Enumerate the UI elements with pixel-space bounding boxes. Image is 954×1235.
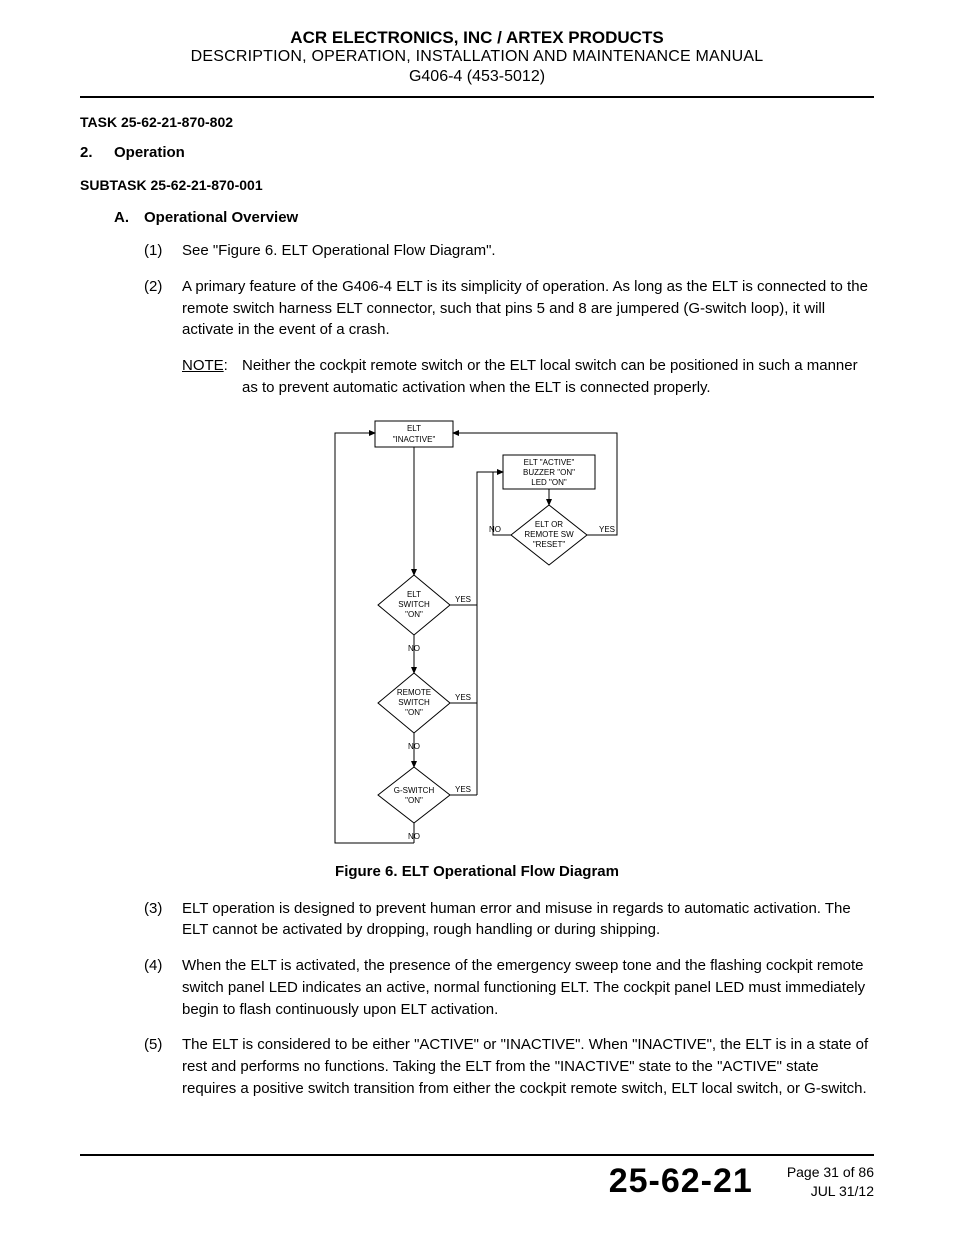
svg-text:SWITCH: SWITCH	[398, 600, 430, 609]
section-title: Operation	[114, 144, 185, 161]
list-item: (5) The ELT is considered to be either "…	[144, 1034, 874, 1099]
svg-text:"ON": "ON"	[405, 610, 423, 619]
note-block: NOTE: Neither the cockpit remote switch …	[182, 355, 874, 399]
item-text: See "Figure 6. ELT Operational Flow Diag…	[182, 240, 874, 262]
svg-text:G-SWITCH: G-SWITCH	[394, 786, 435, 795]
item-number: (5)	[144, 1034, 182, 1099]
revision-date: JUL 31/12	[787, 1182, 874, 1201]
page: ACR ELECTRONICS, INC / ARTEX PRODUCTS DE…	[0, 0, 954, 1235]
svg-text:SWITCH: SWITCH	[398, 698, 430, 707]
subsection-heading: A. Operational Overview	[114, 209, 874, 226]
item-text: When the ELT is activated, the presence …	[182, 955, 874, 1020]
svg-text:REMOTE SW: REMOTE SW	[524, 530, 574, 539]
svg-text:ELT: ELT	[407, 424, 421, 433]
list-item: (2) A primary feature of the G406-4 ELT …	[144, 276, 874, 341]
header-model: G406-4 (453-5012)	[80, 68, 874, 86]
svg-text:"ON": "ON"	[405, 708, 423, 717]
figure-6: ELT "INACTIVE" ELT "ACTIVE" BUZZER "ON" …	[80, 415, 874, 855]
chapter-number: 25-62-21	[609, 1162, 753, 1201]
task-id: TASK 25-62-21-870-802	[80, 114, 874, 130]
svg-text:"RESET": "RESET"	[533, 540, 566, 549]
svg-text:NO: NO	[408, 832, 420, 841]
figure-caption: Figure 6. ELT Operational Flow Diagram	[80, 863, 874, 880]
item-number: (2)	[144, 276, 182, 341]
svg-text:YES: YES	[599, 525, 615, 534]
svg-text:ELT: ELT	[407, 590, 421, 599]
subsection-title: Operational Overview	[144, 209, 298, 226]
subsection-letter: A.	[114, 209, 144, 226]
note-label: NOTE:	[182, 355, 242, 399]
item-number: (1)	[144, 240, 182, 262]
section-number: 2.	[80, 144, 114, 161]
svg-text:ELT "ACTIVE": ELT "ACTIVE"	[524, 458, 575, 467]
page-footer: 25-62-21 Page 31 of 86 JUL 31/12	[80, 1140, 874, 1201]
svg-text:LED "ON": LED "ON"	[531, 478, 567, 487]
svg-text:YES: YES	[455, 785, 471, 794]
list-item: (3) ELT operation is designed to prevent…	[144, 898, 874, 942]
item-text: A primary feature of the G406-4 ELT is i…	[182, 276, 874, 341]
svg-text:"ON": "ON"	[405, 796, 423, 805]
svg-text:NO: NO	[489, 525, 501, 534]
item-text: The ELT is considered to be either "ACTI…	[182, 1034, 874, 1099]
svg-text:NO: NO	[408, 742, 420, 751]
list-item: (1) See "Figure 6. ELT Operational Flow …	[144, 240, 874, 262]
svg-text:ELT OR: ELT OR	[535, 520, 563, 529]
header-rule	[80, 96, 874, 98]
note-text: Neither the cockpit remote switch or the…	[242, 355, 874, 399]
svg-text:"INACTIVE": "INACTIVE"	[393, 435, 436, 444]
footer-rule	[80, 1154, 874, 1156]
doc-header: ACR ELECTRONICS, INC / ARTEX PRODUCTS DE…	[80, 28, 874, 86]
page-number: Page 31 of 86	[787, 1163, 874, 1182]
header-manual-title: DESCRIPTION, OPERATION, INSTALLATION AND…	[80, 48, 874, 66]
svg-text:YES: YES	[455, 693, 471, 702]
svg-text:NO: NO	[408, 644, 420, 653]
item-text: ELT operation is designed to prevent hum…	[182, 898, 874, 942]
svg-text:YES: YES	[455, 595, 471, 604]
section-heading: 2. Operation	[80, 144, 874, 161]
list-item: (4) When the ELT is activated, the prese…	[144, 955, 874, 1020]
item-number: (3)	[144, 898, 182, 942]
svg-text:BUZZER "ON": BUZZER "ON"	[523, 468, 575, 477]
header-company: ACR ELECTRONICS, INC / ARTEX PRODUCTS	[80, 28, 874, 48]
subtask-id: SUBTASK 25-62-21-870-001	[80, 177, 874, 193]
item-number: (4)	[144, 955, 182, 1020]
svg-text:REMOTE: REMOTE	[397, 688, 431, 697]
